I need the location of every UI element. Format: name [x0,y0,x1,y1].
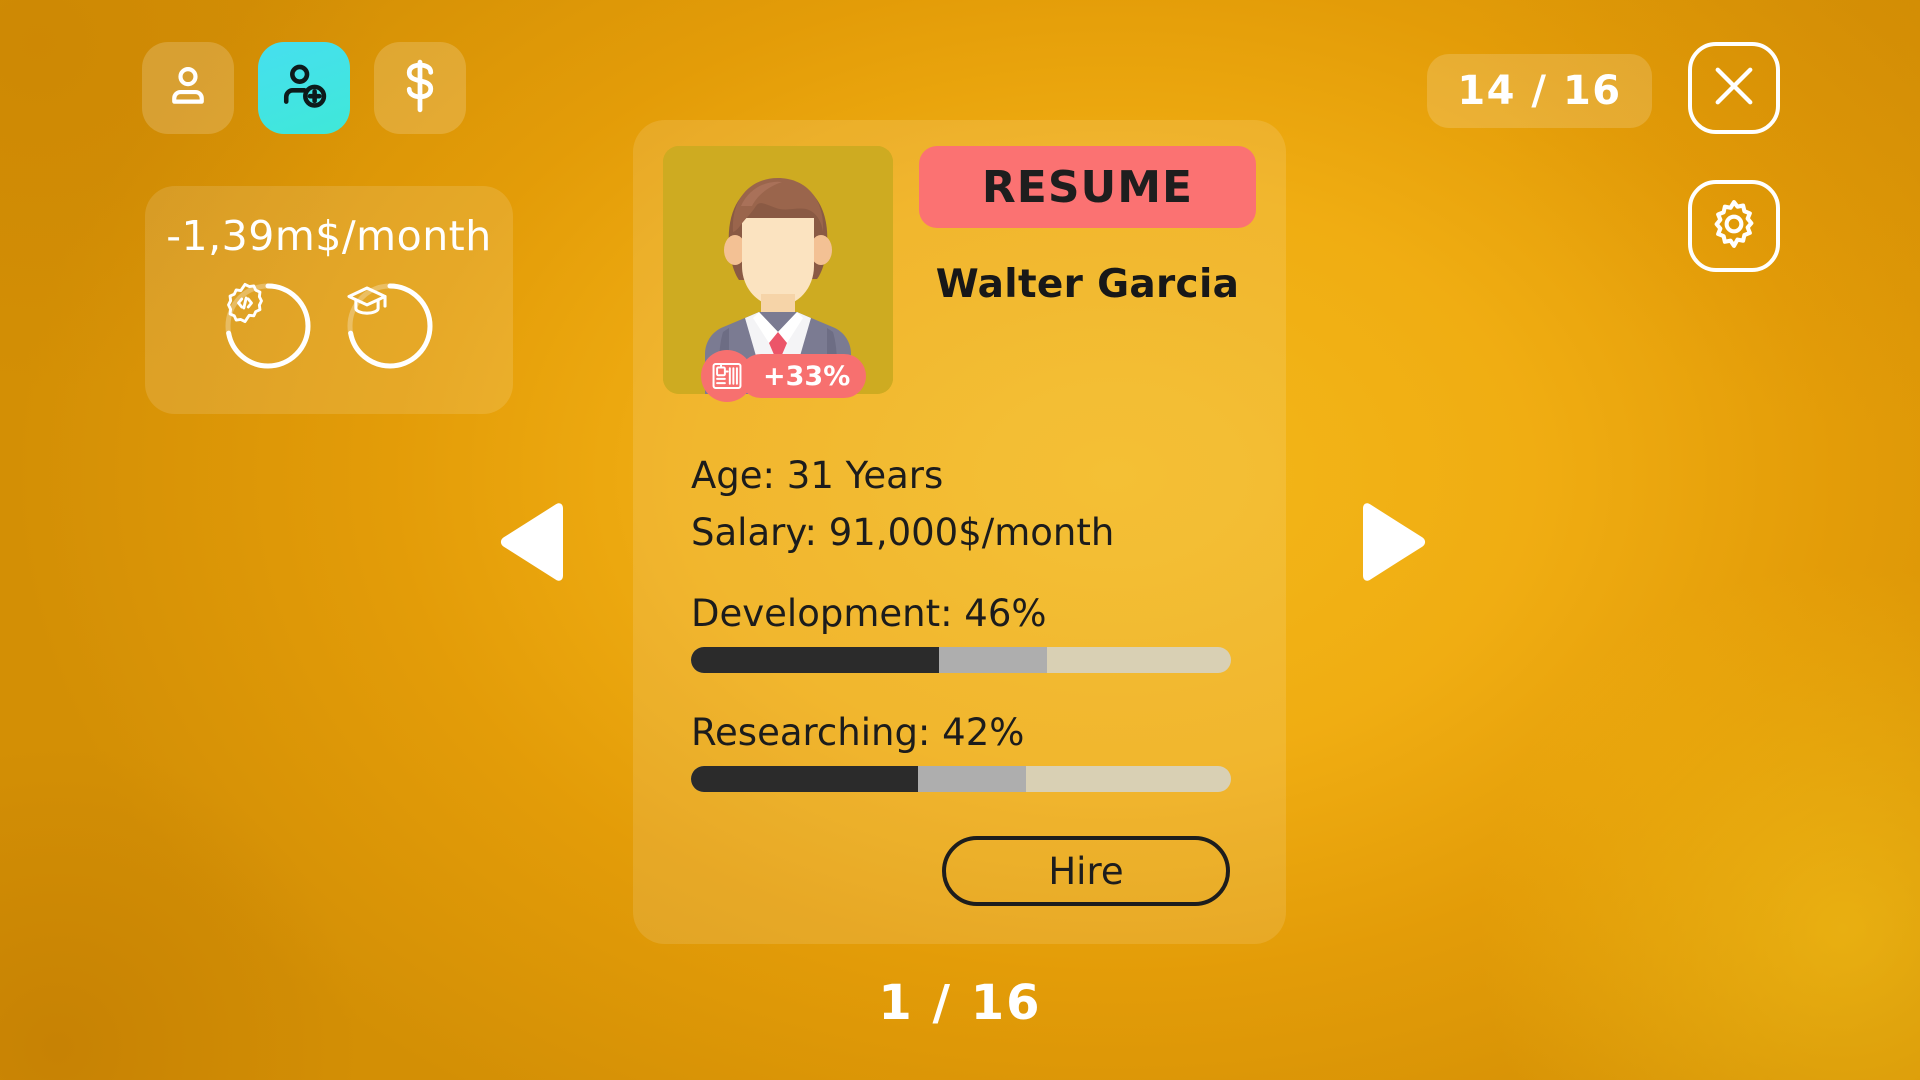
development-ring[interactable] [222,280,314,372]
researching-bar-potential [917,766,1026,792]
resume-button[interactable]: RESUME [919,146,1256,228]
age-line: Age: 31 Years [691,454,944,497]
circuit-board-icon [701,350,753,402]
next-candidate-button[interactable] [1357,500,1431,584]
card-header: +33% RESUME Walter Garcia [663,146,1256,402]
development-bar [691,647,1231,673]
card-header-right: RESUME Walter Garcia [919,146,1256,394]
close-button[interactable] [1688,42,1780,134]
cost-ring-group [222,280,436,372]
monthly-cost-text: -1,39m$/month [166,212,492,260]
cost-panel: -1,39m$/month [145,186,513,414]
research-ring[interactable] [344,280,436,372]
tab-recruit[interactable] [258,42,350,134]
development-bar-potential [939,647,1048,673]
arrow-left-icon [495,503,569,588]
page-indicator: 1 / 16 [878,975,1042,1031]
hire-button-row: Hire [663,836,1256,906]
code-gear-icon [222,280,314,372]
dollar-icon [395,57,445,119]
candidate-counter-badge: 14 / 16 [1427,54,1652,128]
salary-line: Salary: 91,000$/month [691,511,1115,554]
previous-candidate-button[interactable] [495,500,569,584]
development-label: Development: 46% [691,592,1047,635]
close-icon [1708,60,1760,116]
bonus-badge-row: +33% [701,350,867,402]
arrow-right-icon [1357,503,1431,588]
graduation-cap-icon [344,280,436,372]
gear-icon [1708,198,1760,254]
hire-button[interactable]: Hire [942,836,1230,906]
candidate-name: Walter Garcia [935,262,1240,307]
avatar: +33% [663,146,893,402]
candidate-card: +33% RESUME Walter Garcia Age: 31 Years … [633,120,1286,944]
researching-label: Researching: 42% [691,711,1025,754]
tab-finance[interactable] [374,42,466,134]
settings-button[interactable] [1688,180,1780,272]
tab-employees[interactable] [142,42,234,134]
bonus-percent-badge: +33% [739,354,867,398]
person-icon [163,61,213,115]
development-bar-filled [691,647,940,673]
tabbar [142,42,466,134]
researching-bar [691,766,1231,792]
person-add-icon [278,60,330,116]
researching-bar-filled [691,766,918,792]
